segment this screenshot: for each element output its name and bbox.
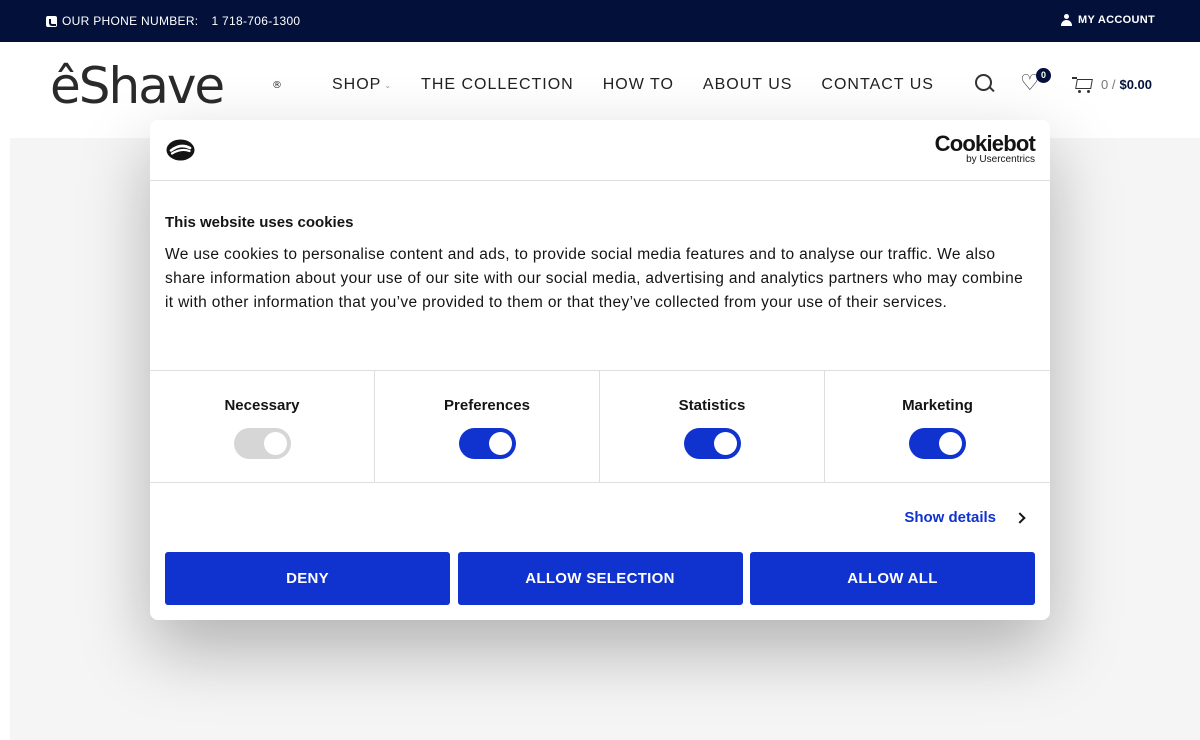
consent-toggles: Necessary Preferences Statistics Marketi…	[150, 370, 1050, 483]
show-details-link[interactable]: Show details	[904, 509, 1026, 526]
nav-contact-us-label: CONTACT US	[821, 76, 934, 93]
nav-about-us-label: ABOUT US	[702, 76, 793, 93]
dialog-body: This website uses cookies We use cookies…	[165, 214, 1035, 315]
cart-total: $0.00	[1119, 76, 1153, 92]
show-details-label: Show details	[904, 509, 996, 526]
marketing-toggle[interactable]	[909, 428, 966, 459]
wishlist-button[interactable]: ♡ 0	[1020, 68, 1051, 96]
phone-icon	[46, 15, 57, 27]
nav-shop-label: SHOP	[332, 76, 382, 93]
nav-contact-us[interactable]: CONTACT US	[821, 76, 934, 94]
cookie-consent-dialog: Cookiebot by Usercentrics This website u…	[150, 120, 1050, 620]
consent-buttons: DENY ALLOW SELECTION ALLOW ALL	[165, 552, 1035, 605]
phone-number[interactable]: 1 718-706-1300	[211, 14, 300, 28]
logo-wordmark: êShave	[50, 57, 225, 115]
toggle-knob	[488, 432, 512, 455]
main-nav: SHOP ⌄ THE COLLECTION HOW TO ABOUT US CO…	[332, 76, 963, 94]
toggle-label-preferences: Preferences	[444, 397, 530, 414]
toggle-knob	[939, 432, 962, 455]
user-icon	[1061, 14, 1073, 26]
allow-all-button[interactable]: ALLOW ALL	[750, 552, 1035, 605]
cart-count: 0 /	[1101, 76, 1116, 92]
phone-label: OUR PHONE NUMBER:	[62, 14, 199, 28]
toggle-knob	[263, 432, 287, 455]
deny-button[interactable]: DENY	[165, 552, 450, 605]
toggle-cell-statistics: Statistics	[600, 371, 825, 482]
eshave-logo[interactable]: êShave ®	[50, 50, 282, 122]
search-icon[interactable]	[974, 73, 996, 95]
toggle-cell-preferences: Preferences	[375, 371, 600, 482]
phone-info: OUR PHONE NUMBER: 1 718-706-1300	[46, 14, 300, 28]
nav-how-to[interactable]: HOW TO	[603, 76, 674, 94]
cookiebot-logo-icon	[166, 139, 195, 161]
top-bar: OUR PHONE NUMBER: 1 718-706-1300 MY ACCO…	[0, 0, 1200, 42]
toggle-label-statistics: Statistics	[678, 397, 746, 414]
wishlist-count-badge: 0	[1036, 68, 1051, 83]
header-icons: ♡ 0 0 / $0.00	[974, 68, 1152, 96]
preferences-toggle[interactable]	[458, 428, 516, 459]
dialog-header: Cookiebot by Usercentrics	[150, 120, 1050, 181]
toggle-label-marketing: Marketing	[902, 397, 973, 414]
dialog-title: This website uses cookies	[165, 214, 354, 231]
necessary-toggle	[233, 428, 291, 459]
dialog-description: We use cookies to personalise content an…	[165, 246, 1024, 311]
toggle-label-necessary: Necessary	[224, 397, 300, 414]
chevron-down-icon: ⌄	[384, 80, 393, 90]
toggle-knob	[713, 432, 737, 455]
logo-registered-mark: ®	[272, 80, 282, 91]
toggle-cell-marketing: Marketing	[825, 371, 1050, 482]
cart-icon	[1072, 74, 1094, 94]
nav-how-to-label: HOW TO	[602, 76, 674, 93]
my-account-label: MY ACCOUNT	[1078, 14, 1155, 26]
nav-the-collection-label: THE COLLECTION	[421, 76, 574, 93]
statistics-toggle[interactable]	[683, 428, 741, 459]
nav-shop[interactable]: SHOP ⌄	[332, 76, 392, 94]
my-account-link[interactable]: MY ACCOUNT	[1061, 14, 1155, 26]
chevron-right-icon	[1014, 511, 1026, 524]
cart-button[interactable]: 0 / $0.00	[1072, 74, 1152, 94]
allow-selection-button[interactable]: ALLOW SELECTION	[457, 552, 743, 605]
nav-the-collection[interactable]: THE COLLECTION	[421, 76, 574, 94]
cookiebot-brand[interactable]: Cookiebot by Usercentrics	[934, 131, 1036, 165]
cookiebot-brand-by: by Usercentrics	[966, 154, 1035, 165]
toggle-cell-necessary: Necessary	[150, 371, 375, 482]
nav-about-us[interactable]: ABOUT US	[703, 76, 793, 94]
cookiebot-brand-name: Cookiebot	[934, 131, 1036, 156]
